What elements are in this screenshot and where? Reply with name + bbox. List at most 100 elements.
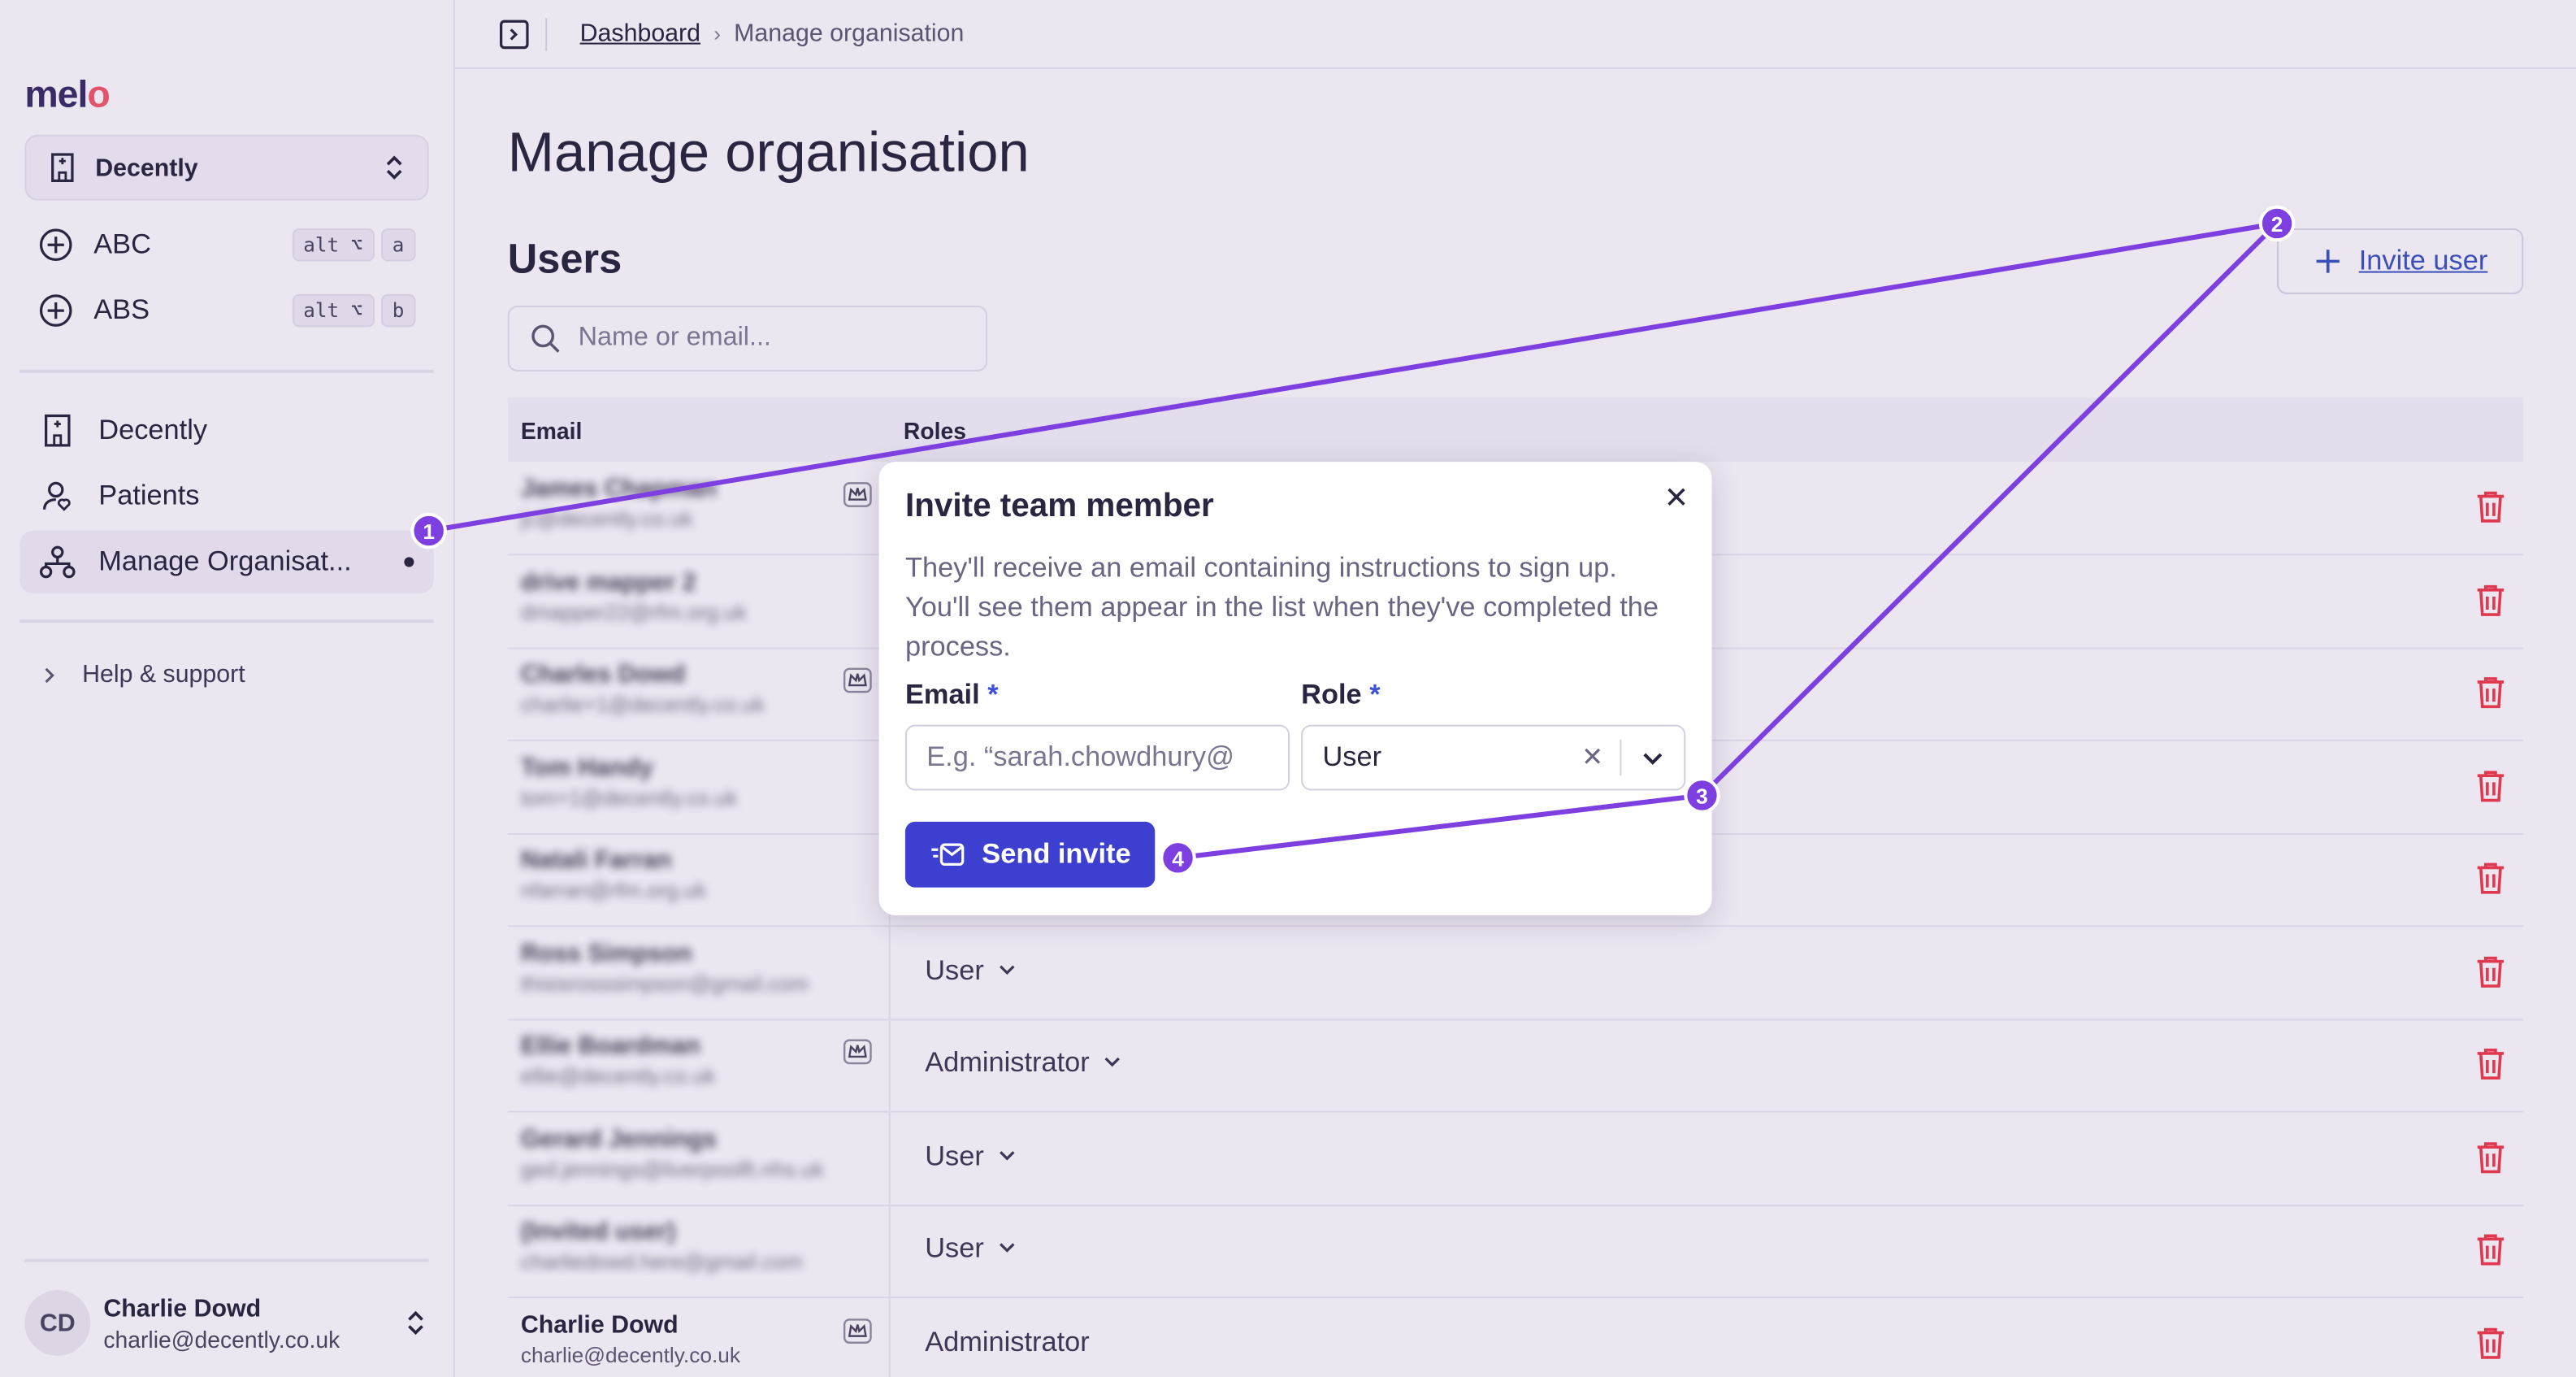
current-user-name: Charlie Dowd: [103, 1294, 262, 1323]
org-switcher[interactable]: Decently: [24, 134, 429, 201]
delete-user-icon[interactable]: [2474, 1138, 2507, 1183]
avatar: CD: [24, 1290, 91, 1356]
dialog-title: Invite team member: [904, 488, 1214, 524]
user-heart-icon: [42, 481, 71, 511]
user-name: Tom Handy: [520, 753, 653, 782]
send-invite-button[interactable]: Send invite: [904, 821, 1156, 888]
chevron-right-icon: [45, 667, 54, 683]
clear-icon[interactable]: ✕: [1581, 741, 1603, 774]
shortcut-modifier: alt ⌥: [292, 293, 375, 328]
user-name: drive mapper 2: [520, 567, 696, 596]
user-name: James Chapman: [520, 475, 717, 503]
shortcut-key: a: [380, 228, 416, 262]
role-value: Administrator: [925, 1325, 1090, 1357]
breadcrumb-dashboard[interactable]: Dashboard: [580, 20, 700, 47]
role-select-value: User: [1322, 741, 1382, 773]
role-dropdown[interactable]: User: [925, 1140, 1017, 1172]
sidebar-item-manage-organisation[interactable]: Manage Organisat...: [20, 531, 434, 593]
user-email: charlie+1@decently.co.uk: [520, 692, 765, 717]
role-value: Administrator: [925, 1046, 1090, 1079]
role-dropdown[interactable]: Administrator: [925, 1326, 1089, 1358]
user-name: Natali Farran: [520, 846, 672, 875]
required-mark: *: [1369, 678, 1381, 710]
role-select[interactable]: User ✕: [1301, 724, 1686, 791]
delete-user-icon[interactable]: [2474, 953, 2507, 997]
user-email: dmapper22@rfm.org.uk: [520, 598, 747, 624]
role-value: User: [925, 1140, 984, 1171]
quick-link-abs[interactable]: ABS alt ⌥ b: [24, 281, 428, 341]
sidebar-item-label: Patients: [98, 480, 200, 511]
user-name: Ellie Boardman: [520, 1032, 700, 1060]
user-email: tom+1@decently.co.uk: [520, 784, 738, 810]
delete-user-icon[interactable]: [2474, 674, 2507, 719]
close-icon[interactable]: ✕: [1664, 481, 1689, 515]
quick-link-label: ABS: [93, 293, 150, 326]
delete-user-icon[interactable]: [2474, 767, 2507, 811]
email-cell: Gerard Jennings ged.jennings@liverpoolft.…: [508, 1111, 891, 1204]
table-row: Ross Simpson thisisrosssimpson@gmail.com U…: [507, 926, 2524, 1020]
email-label: Email *: [904, 678, 999, 710]
search-input[interactable]: [578, 324, 956, 354]
column-header-email: Email: [520, 416, 583, 443]
user-email: charliedowd.here@gmail.com: [520, 1249, 803, 1274]
shortcut-key: b: [380, 293, 416, 328]
chevron-updown-icon: [408, 1310, 423, 1336]
invite-team-member-dialog: Invite team member ✕ They'll receive an …: [878, 462, 1712, 916]
quick-link-abc[interactable]: ABC alt ⌥ a: [24, 215, 428, 275]
user-search: [507, 306, 988, 371]
building-icon: [51, 153, 74, 183]
crown-icon: [843, 481, 872, 515]
sidebar-toggle-icon[interactable]: [500, 19, 529, 49]
chevron-down-icon: [997, 954, 1017, 987]
sidebar-item-label: Manage Organisat...: [98, 545, 352, 577]
help-support-link[interactable]: Help & support: [40, 661, 245, 688]
user-name: (Invited user): [520, 1218, 676, 1246]
invite-user-button[interactable]: Invite user: [2277, 228, 2524, 294]
delete-user-icon[interactable]: [2474, 1323, 2507, 1368]
delete-user-icon[interactable]: [2474, 859, 2507, 904]
role-dropdown[interactable]: User: [925, 1232, 1017, 1265]
org-switcher-label: Decently: [95, 154, 198, 182]
user-email: ellie@decently.co.uk: [520, 1063, 716, 1088]
email-cell: Natali Farran nfarran@rfm.org.uk: [508, 833, 891, 926]
delete-user-icon[interactable]: [2474, 488, 2507, 532]
building-icon: [44, 414, 71, 447]
sidebar-divider: [24, 1258, 429, 1262]
sidebar-item-patients[interactable]: Patients: [20, 465, 433, 528]
email-cell: Ellie Boardman ellie@decently.co.uk: [508, 1019, 891, 1111]
user-email: ged.jennings@liverpoolft.nhs.uk: [520, 1156, 824, 1181]
delete-user-icon[interactable]: [2474, 1045, 2507, 1090]
email-cell: James Chapman jc@decently.co.uk: [508, 462, 891, 554]
users-table-header: Email Roles: [507, 397, 2524, 463]
email-cell: (Invited user) charliedowd.here@gmail.com: [508, 1204, 891, 1297]
plus-circle-icon: [39, 228, 72, 262]
top-bar: Dashboard › Manage organisation: [455, 0, 2576, 69]
annotation-badge: 3: [1684, 777, 1720, 814]
chevron-down-icon: [997, 1140, 1017, 1172]
role-dropdown[interactable]: Administrator: [925, 1047, 1122, 1079]
email-cell: Charles Dowd charlie+1@decently.co.uk: [508, 647, 891, 740]
email-cell: Tom Handy tom+1@decently.co.uk: [508, 740, 891, 832]
table-row: Gerard Jennings ged.jennings@liverpoolft.…: [507, 1111, 2524, 1205]
help-support-label: Help & support: [82, 660, 245, 689]
required-mark: *: [987, 678, 999, 710]
sidebar-divider: [20, 619, 434, 623]
user-name: Gerard Jennings: [520, 1124, 717, 1153]
plus-icon: [2316, 250, 2340, 273]
role-dropdown[interactable]: User: [925, 954, 1017, 987]
current-user-menu[interactable]: CD Charlie Dowd charlie@decently.co.uk: [24, 1282, 428, 1364]
email-field[interactable]: [904, 724, 1290, 791]
delete-user-icon[interactable]: [2474, 1231, 2507, 1275]
breadcrumb-separator: ›: [713, 21, 721, 46]
send-mail-icon: [930, 843, 964, 867]
delete-user-icon[interactable]: [2474, 581, 2507, 626]
quick-link-label: ABC: [93, 228, 151, 260]
chevron-down-icon[interactable]: [1621, 745, 1684, 771]
org-tree-icon: [39, 545, 76, 579]
sidebar-item-decently[interactable]: Decently: [20, 399, 433, 462]
table-row: Ellie Boardman ellie@decently.co.uk Admini…: [507, 1019, 2524, 1113]
app-logo[interactable]: melo: [24, 72, 111, 117]
section-title: Users: [507, 237, 622, 283]
invite-user-label: Invite user: [2358, 245, 2488, 276]
email-cell: Charlie Dowd charlie@decently.co.uk: [508, 1297, 891, 1377]
